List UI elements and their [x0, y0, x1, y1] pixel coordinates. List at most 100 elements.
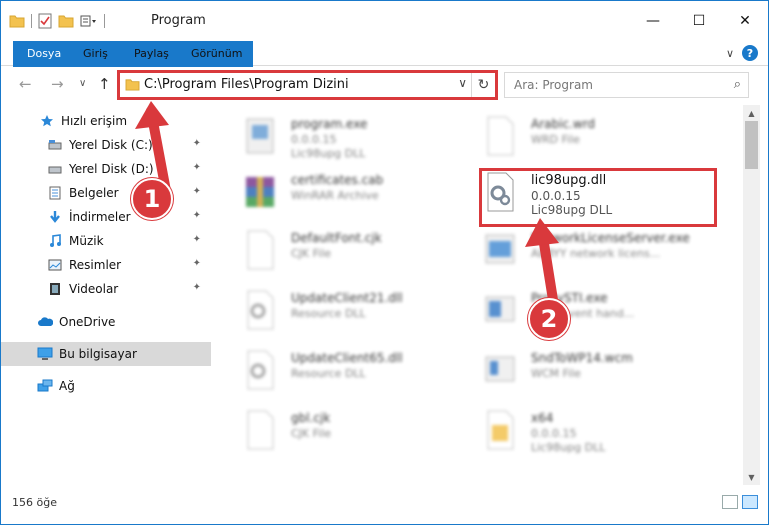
step-badge-2: 2	[528, 298, 570, 340]
new-folder-icon[interactable]	[58, 14, 74, 28]
sidebar-item-disk-d[interactable]: Yerel Disk (D:) ✦	[1, 157, 211, 181]
file-name: UpdateClient65.dll	[291, 351, 403, 365]
file-item[interactable]: SndToWP14.wcm WCM File	[461, 343, 701, 399]
drive-icon	[47, 161, 63, 177]
item-count: 156 öğe	[12, 496, 57, 509]
file-list: program.exe 0.0.0.15 Lic98upg DLL Arabic…	[211, 105, 743, 483]
sidebar-item-pictures[interactable]: Resimler ✦	[1, 253, 211, 277]
file-item[interactable]: ProxySTI.exe Scan event hand...	[461, 283, 701, 339]
window-title: Program	[151, 13, 206, 28]
properties-icon[interactable]	[38, 13, 52, 29]
pin-icon: ✦	[192, 282, 201, 293]
sidebar-item-label: Belgeler	[69, 186, 119, 200]
pin-icon: ✦	[192, 162, 201, 173]
folder-file-icon	[487, 410, 514, 450]
file-name: program.exe	[291, 117, 368, 131]
file-item[interactable]: certificates.cab WinRAR Archive	[221, 165, 461, 221]
help-button[interactable]: ?	[742, 45, 758, 61]
exe-icon	[485, 356, 515, 382]
sidebar-item-network[interactable]: Ağ	[1, 374, 211, 398]
document-file-icon	[247, 410, 274, 450]
file-name: UpdateClient21.dll	[291, 291, 403, 305]
video-icon	[47, 281, 63, 297]
close-button[interactable]: ✕	[722, 1, 768, 41]
sidebar-item-onedrive[interactable]: OneDrive	[1, 310, 211, 334]
folder-icon[interactable]	[9, 14, 25, 28]
file-type: Resource DLL	[291, 307, 366, 320]
sidebar-item-label: Ağ	[59, 379, 75, 393]
status-bar: 156 öğe	[1, 491, 768, 515]
cloud-icon	[37, 314, 53, 330]
file-item[interactable]: DefaultFont.cjk CJK File	[221, 223, 461, 279]
file-type: CJK File	[291, 427, 332, 440]
tab-share[interactable]: Paylaş	[122, 41, 181, 66]
ribbon-right-controls: ∨ ?	[726, 45, 758, 61]
file-item[interactable]: NetworkLicenseServer.exe ABBYY network l…	[461, 223, 701, 279]
star-icon	[39, 113, 55, 129]
file-item[interactable]: UpdateClient65.dll Resource DLL	[221, 343, 461, 399]
download-icon	[47, 209, 63, 225]
file-item[interactable]: program.exe 0.0.0.15 Lic98upg DLL	[221, 109, 461, 165]
search-icon[interactable]: ⌕	[734, 77, 741, 92]
file-version: 0.0.0.15	[531, 427, 577, 440]
sidebar-item-disk-c[interactable]: Yerel Disk (C:) ✦	[1, 133, 211, 157]
sidebar-item-label: Hızlı erişim	[61, 114, 128, 128]
sidebar-item-documents[interactable]: Belgeler ✦	[1, 181, 211, 205]
document-file-icon	[487, 116, 514, 156]
sidebar-item-downloads[interactable]: İndirmeler ✦	[1, 205, 211, 229]
pin-icon: ✦	[192, 234, 201, 245]
sidebar-item-label: İndirmeler	[69, 210, 131, 224]
file-description: Lic98upg DLL	[531, 441, 606, 454]
details-view-icon[interactable]	[722, 495, 738, 509]
winrar-icon	[246, 177, 274, 207]
sidebar-item-videos[interactable]: Videolar ✦	[1, 277, 211, 301]
file-version: 0.0.0.15	[291, 133, 337, 146]
file-type: WRD File	[531, 133, 580, 146]
navigation-pane: Hızlı erişim Yerel Disk (C:) ✦ Yerel Dis…	[1, 105, 211, 485]
scroll-up-icon[interactable]: ▲	[743, 105, 760, 121]
file-item[interactable]: UpdateClient21.dll Resource DLL	[221, 283, 461, 339]
file-name: SndToWP14.wcm	[531, 351, 633, 365]
scroll-thumb[interactable]	[745, 121, 758, 169]
search-box[interactable]: Ara: Program ⌕	[504, 72, 749, 98]
ribbon-tabs: Dosya Giriş Paylaş Görünüm ∨ ?	[1, 41, 768, 97]
file-type: WCM File	[531, 367, 581, 380]
exe-icon	[485, 296, 515, 322]
file-item[interactable]: gbl.cjk CJK File	[221, 403, 461, 459]
up-button[interactable]: ↑	[98, 75, 111, 93]
search-placeholder: Ara: Program	[514, 78, 593, 92]
file-name: certificates.cab	[291, 173, 384, 187]
file-item[interactable]: x64 0.0.0.15 Lic98upg DLL	[461, 403, 701, 459]
file-highlight-box	[479, 168, 717, 227]
step-badge-1: 1	[131, 178, 173, 220]
scroll-down-icon[interactable]: ▼	[743, 469, 760, 485]
tab-home[interactable]: Giriş	[71, 41, 120, 66]
customize-toolbar-icon[interactable]	[80, 14, 98, 28]
sidebar-item-label: Resimler	[69, 258, 122, 272]
sidebar-item-label: Videolar	[69, 282, 119, 296]
quick-access-toolbar	[9, 11, 105, 31]
pictures-icon	[47, 257, 63, 273]
sidebar-item-music[interactable]: Müzik ✦	[1, 229, 211, 253]
file-item[interactable]: Arabic.wrd WRD File	[461, 109, 701, 165]
address-highlight-box	[117, 70, 498, 100]
back-button[interactable]: ←	[19, 75, 32, 93]
tiles-view-icon[interactable]	[742, 495, 758, 509]
maximize-button[interactable]: ☐	[676, 1, 722, 41]
sidebar-item-label: OneDrive	[59, 315, 116, 329]
tab-view[interactable]: Görünüm	[179, 41, 254, 66]
view-switcher	[722, 495, 758, 509]
recent-locations-button[interactable]: ∨	[79, 78, 86, 89]
sidebar-item-label: Müzik	[69, 234, 104, 248]
file-name: Arabic.wrd	[531, 117, 596, 131]
documents-icon	[47, 185, 63, 201]
title-bar: Program — ☐ ✕	[1, 1, 768, 41]
ribbon-expand-button[interactable]: ∨	[726, 47, 734, 60]
minimize-button[interactable]: —	[630, 1, 676, 41]
sidebar-item-this-pc[interactable]: Bu bilgisayar	[1, 342, 211, 366]
document-file-icon	[247, 230, 274, 270]
exe-icon	[485, 234, 515, 264]
vertical-scrollbar[interactable]: ▲ ▼	[743, 105, 760, 485]
sidebar-item-quick-access[interactable]: Hızlı erişim	[1, 109, 211, 133]
forward-button[interactable]: →	[51, 75, 64, 93]
